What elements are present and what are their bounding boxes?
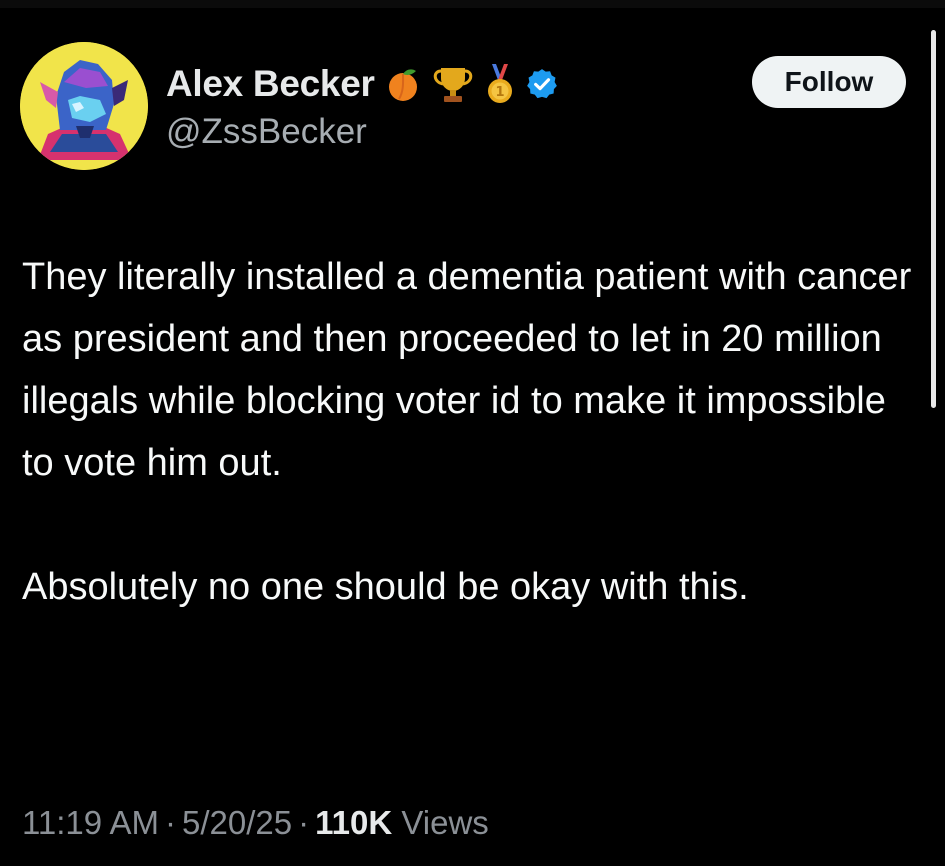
tweet-paragraph: Absolutely no one should be okay with th… <box>22 566 749 608</box>
tweet-paragraph: They literally installed a dementia pati… <box>22 256 912 484</box>
separator-dot: · <box>298 804 310 841</box>
svg-text:1: 1 <box>495 85 504 100</box>
peach-emoji-icon <box>384 65 422 103</box>
avatar[interactable] <box>20 42 148 170</box>
views-label[interactable]: Views <box>401 804 488 841</box>
first-place-medal-icon: 1 <box>484 62 516 106</box>
author-display-name[interactable]: Alex Becker <box>166 63 375 105</box>
views-count[interactable]: 110K <box>315 804 392 841</box>
tweet-text: They literally installed a dementia pati… <box>22 246 912 618</box>
verified-badge-icon <box>525 67 559 101</box>
author-handle[interactable]: @ZssBecker <box>166 112 367 152</box>
follow-button[interactable]: Follow <box>752 56 906 108</box>
separator-dot: · <box>164 804 176 841</box>
author-name-row: Alex Becker 1 <box>166 56 559 112</box>
trophy-icon <box>431 64 475 104</box>
top-edge <box>0 0 945 8</box>
scrollbar[interactable] <box>931 30 936 408</box>
tweet-date[interactable]: 5/20/25 <box>182 804 292 841</box>
tweet-time[interactable]: 11:19 AM <box>22 804 159 841</box>
avatar-image <box>20 42 148 170</box>
tweet-metadata: 11:19 AM · 5/20/25 · 110K Views <box>22 804 489 842</box>
